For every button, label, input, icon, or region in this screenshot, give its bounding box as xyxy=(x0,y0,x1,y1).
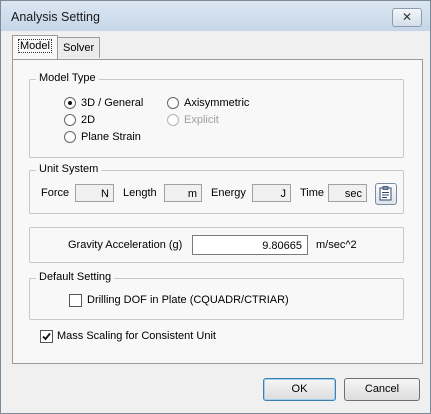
unit-system-title: Unit System xyxy=(36,163,102,175)
close-button[interactable]: ✕ xyxy=(392,8,422,27)
gravity-label: Gravity Acceleration (g) xyxy=(68,239,183,251)
tab-solver[interactable]: Solver xyxy=(57,37,101,58)
force-label: Force xyxy=(41,187,70,199)
radio-2d-indicator[interactable] xyxy=(64,114,76,126)
default-setting-title: Default Setting xyxy=(36,271,115,283)
radio-axisymmetric-indicator[interactable] xyxy=(167,97,179,109)
title-bar[interactable]: Analysis Setting ✕ xyxy=(1,1,430,31)
model-type-group: Model Type 3D / General Axisymmetric 2D … xyxy=(29,72,404,158)
radio-plane-strain-label: Plane Strain xyxy=(81,131,141,143)
radio-plane-strain[interactable]: Plane Strain xyxy=(64,131,141,143)
energy-unit-field: J xyxy=(252,184,291,202)
length-label: Length xyxy=(123,187,157,199)
radio-explicit: Explicit xyxy=(167,114,219,126)
default-setting-group: Default Setting Drilling DOF in Plate (C… xyxy=(29,271,404,320)
tab-model[interactable]: Model xyxy=(12,35,58,59)
radio-plane-strain-indicator[interactable] xyxy=(64,131,76,143)
radio-2d[interactable]: 2D xyxy=(64,114,95,126)
force-unit-field: N xyxy=(75,184,114,202)
radio-3d-general-indicator[interactable] xyxy=(64,97,76,109)
window-title: Analysis Setting xyxy=(11,10,100,24)
checkmark-icon xyxy=(42,332,51,341)
model-tab-panel: Model Type 3D / General Axisymmetric 2D … xyxy=(12,59,423,364)
clipboard-icon xyxy=(379,186,392,201)
radio-2d-label: 2D xyxy=(81,114,96,126)
mass-scaling-label: Mass Scaling for Consistent Unit xyxy=(57,330,216,342)
tab-solver-label: Solver xyxy=(63,42,95,54)
radio-3d-general[interactable]: 3D / General xyxy=(64,97,143,109)
radio-axisymmetric-label: Axisymmetric xyxy=(184,97,250,109)
drilling-dof-checkbox[interactable] xyxy=(69,294,82,307)
gravity-unit: m/sec^2 xyxy=(316,239,357,251)
close-icon: ✕ xyxy=(401,10,413,24)
unit-system-group: Unit System Force N Length m Energy J Ti… xyxy=(29,163,404,214)
model-type-title: Model Type xyxy=(36,72,99,84)
length-unit-field: m xyxy=(164,184,202,202)
mass-scaling-checkbox[interactable] xyxy=(40,330,53,343)
ok-button[interactable]: OK xyxy=(263,378,336,401)
radio-3d-general-label: 3D / General xyxy=(81,97,144,109)
radio-explicit-indicator xyxy=(167,114,179,126)
time-unit-field: sec xyxy=(328,184,367,202)
radio-axisymmetric[interactable]: Axisymmetric xyxy=(167,97,249,109)
drilling-dof-label: Drilling DOF in Plate (CQUADR/CTRIAR) xyxy=(87,294,289,306)
analysis-setting-dialog: Analysis Setting ✕ Model Solver Model Ty… xyxy=(0,0,431,414)
unit-system-button[interactable] xyxy=(375,183,397,205)
tab-model-label: Model xyxy=(18,39,52,53)
gravity-input[interactable]: 9.80665 xyxy=(192,235,308,255)
time-label: Time xyxy=(300,187,325,199)
gravity-group: Gravity Acceleration (g) 9.80665 m/sec^2 xyxy=(29,227,404,263)
cancel-button[interactable]: Cancel xyxy=(344,378,420,401)
energy-label: Energy xyxy=(211,187,246,199)
radio-explicit-label: Explicit xyxy=(184,114,219,126)
